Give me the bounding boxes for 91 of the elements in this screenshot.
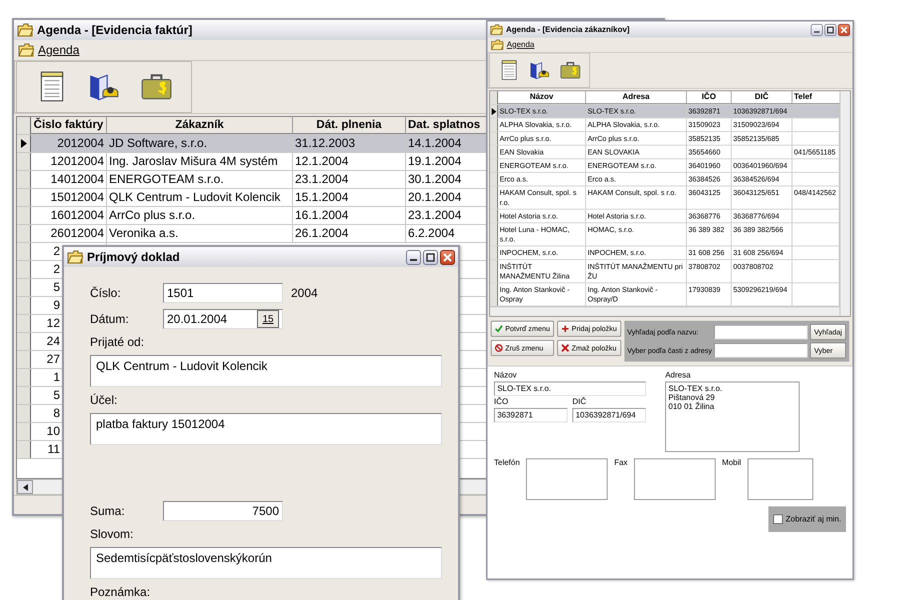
input-field[interactable] (526, 458, 608, 500)
folder-icon (17, 23, 33, 37)
minimize-icon (814, 31, 820, 33)
table-cell: 15012004 (31, 189, 107, 206)
input-field[interactable] (714, 343, 808, 358)
field-label: Adresa (665, 371, 692, 380)
column-header[interactable]: DIČ (732, 91, 792, 104)
input-field[interactable] (747, 458, 814, 500)
minimize-button[interactable] (810, 24, 823, 36)
left-arrow-icon[interactable] (22, 484, 28, 490)
table-cell: Veronika a.s. (107, 225, 293, 242)
text-area[interactable]: QLK Centrum - Ludovit Kolencik (90, 355, 442, 387)
table-cell: Ing. Jaroslav Mišura 4M systém (107, 153, 293, 170)
close-icon (840, 26, 848, 34)
maximize-icon (426, 252, 435, 262)
column-header[interactable]: Dát. plnenia (293, 117, 406, 134)
input-field[interactable]: 7500 (163, 501, 283, 521)
table-cell: 31.12.2003 (293, 135, 406, 152)
text-area[interactable]: platba faktury 15012004 (90, 413, 442, 445)
table-cell: 14012004 (31, 171, 107, 188)
window-title: Agenda - [Evidencia zákazníkov] (506, 25, 630, 34)
table-cell: 23.1.2004 (293, 171, 406, 188)
cross-icon (561, 344, 570, 352)
folder-icon (18, 43, 34, 57)
column-header[interactable]: Telef (792, 91, 840, 104)
check-icon (494, 324, 503, 333)
checkbox-label: Zobraziť aj min. (786, 514, 842, 524)
table-cell: ArrCo plus s.r.o. (107, 207, 293, 224)
table-cell: 16.1.2004 (293, 207, 406, 224)
maximize-button[interactable] (824, 24, 836, 36)
row-selector[interactable] (17, 135, 31, 152)
input-field[interactable]: SLO-TEX s.r.o. (494, 382, 646, 396)
table-cell: 26012004 (31, 225, 107, 242)
close-button[interactable] (838, 24, 850, 36)
year-text: 2004 (291, 286, 318, 300)
checkbox[interactable] (772, 514, 783, 524)
prohibited-icon (494, 344, 503, 352)
text-area[interactable]: Sedemtisícpäťstoslovenskýkorún (90, 547, 442, 579)
text-area[interactable]: SLO-TEX s.r.o. Pištanová 29 010 01 Žilina (665, 382, 800, 452)
menu-item[interactable]: Agenda (506, 40, 534, 50)
minimize-button[interactable] (406, 250, 421, 264)
row-selector[interactable] (490, 104, 498, 118)
column-header[interactable]: IČO (686, 91, 732, 104)
row-pointer-icon (491, 108, 496, 115)
maximize-button[interactable] (423, 250, 438, 264)
plus-icon (561, 324, 570, 333)
input-field[interactable]: 1036392871/694 (572, 408, 646, 422)
vertical-scrollbar[interactable] (840, 91, 850, 316)
close-icon (443, 252, 452, 262)
table-cell: JD Software, s.r.o. (107, 135, 293, 152)
address-line: Pištanová 29 (668, 394, 716, 402)
minimize-icon (410, 259, 417, 261)
field-label: Slovom: (90, 527, 134, 541)
input-field[interactable] (714, 324, 808, 340)
folder-icon (490, 24, 503, 36)
maximize-icon (826, 26, 834, 34)
table-cell: 12.1.2004 (293, 153, 406, 170)
address-line: 010 01 Žilina (668, 402, 716, 412)
field-label: Názov (494, 371, 518, 380)
horizontal-scrollbar[interactable] (490, 306, 840, 316)
row-pointer-icon (20, 139, 26, 148)
field-label: Telefón (494, 458, 520, 468)
field-label: Suma: (90, 504, 126, 518)
column-header[interactable]: Zákazník (107, 117, 293, 134)
column-header[interactable]: Čislo faktúry (31, 117, 107, 134)
table-cell: 16012004 (31, 207, 107, 224)
input-field[interactable] (634, 458, 716, 500)
window-title: Agenda - [Evidencia faktúr] (37, 23, 192, 37)
field-label: Fax (614, 458, 628, 468)
table-cell: 2012004 (31, 135, 107, 152)
date-field[interactable]: 20.01.2004 15 (163, 309, 283, 329)
menu-item[interactable]: Agenda (38, 43, 80, 57)
table-cell: 15.1.2004 (293, 189, 406, 206)
field-label: IČO (494, 398, 510, 406)
table-cell: 26.1.2004 (293, 225, 406, 242)
input-field[interactable]: 1501 (163, 283, 283, 303)
field-label: DIČ (572, 398, 588, 406)
table-cell: ENERGOTEAM s.r.o. (107, 171, 293, 188)
column-header[interactable]: Adresa (586, 91, 687, 104)
table-cell: QLK Centrum - Ludovit Kolencik (107, 189, 293, 206)
calendar-button[interactable]: 15 (257, 310, 279, 328)
field-label: Poznámka: (90, 585, 152, 599)
address-line: SLO-TEX s.r.o. (668, 384, 724, 394)
table-corner (490, 91, 498, 104)
column-header[interactable]: Názov (498, 91, 586, 104)
close-button[interactable] (440, 250, 455, 264)
folder-icon (67, 250, 83, 264)
table-cell: 12012004 (31, 153, 107, 170)
field-label: Mobil (722, 458, 742, 468)
folder-icon (490, 39, 504, 50)
input-field[interactable]: 36392871 (494, 408, 568, 422)
